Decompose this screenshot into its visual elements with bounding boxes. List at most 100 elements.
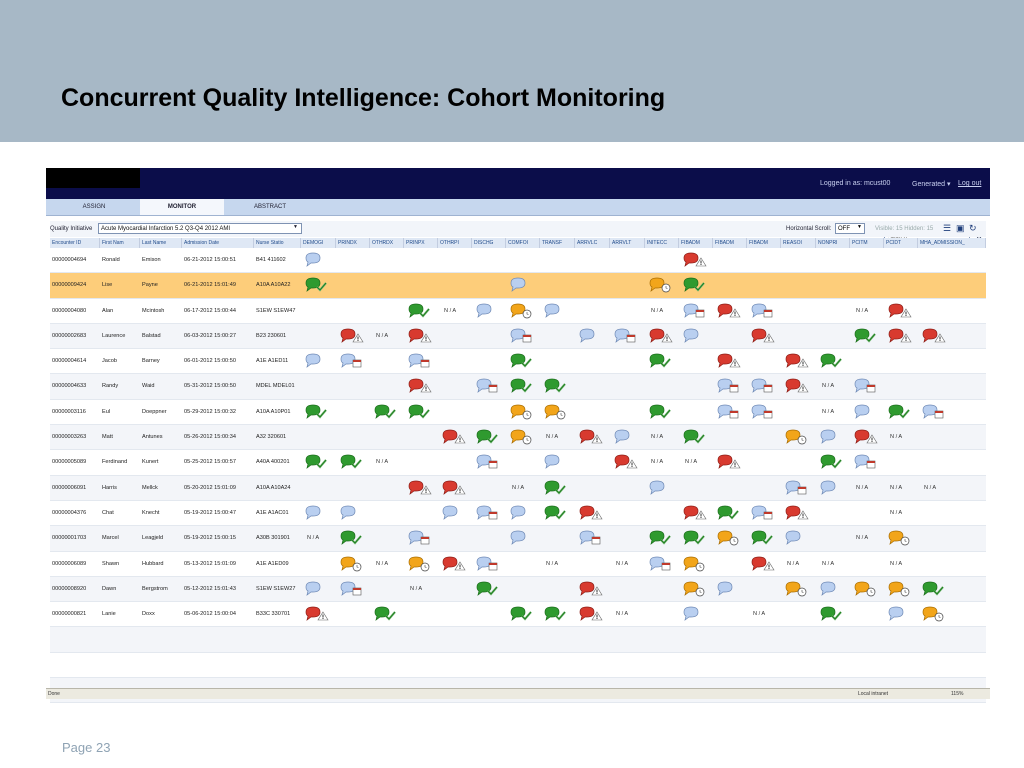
speech-bubble-icon[interactable] (819, 429, 847, 445)
speech-bubble-icon[interactable] (819, 581, 847, 597)
warning-icon[interactable] (716, 454, 744, 470)
warning-icon[interactable] (339, 328, 367, 344)
warning-icon[interactable] (441, 556, 469, 572)
speech-bubble-icon[interactable] (304, 505, 332, 521)
speech-bubble-icon[interactable] (509, 277, 537, 293)
check-icon[interactable] (819, 454, 847, 470)
check-icon[interactable] (509, 606, 537, 622)
warning-icon[interactable] (578, 581, 606, 597)
warning-icon[interactable] (407, 378, 435, 394)
check-icon[interactable] (407, 404, 435, 420)
tab-monitor[interactable]: MONITOR (140, 199, 224, 215)
check-icon[interactable] (543, 505, 571, 521)
column-header[interactable]: FIBADM (747, 238, 781, 248)
encounter-id[interactable]: 00000000821 (50, 602, 100, 626)
calendar-icon[interactable] (682, 303, 710, 319)
column-header[interactable]: REASOI (781, 238, 816, 248)
check-icon[interactable] (373, 606, 401, 622)
column-header[interactable]: ARRVLT (610, 238, 645, 248)
check-icon[interactable] (373, 404, 401, 420)
check-icon[interactable] (648, 353, 676, 369)
speech-bubble-icon[interactable] (304, 581, 332, 597)
column-header[interactable]: OTHRDX (370, 238, 404, 248)
speech-bubble-icon[interactable] (509, 530, 537, 546)
column-header[interactable]: NONPRI (816, 238, 850, 248)
check-icon[interactable] (543, 606, 571, 622)
table-row[interactable]: 00000004080 Alan Mcintosh 06-17-2012 15:00:… (50, 299, 986, 324)
encounter-id[interactable]: 00000005089 (50, 450, 100, 474)
column-header[interactable]: FIBADM (713, 238, 747, 248)
table-row[interactable]: 00000006089 Shawn Hubbard 05-13-2012 15:01:… (50, 552, 986, 577)
speech-bubble-icon[interactable] (304, 353, 332, 369)
check-icon[interactable] (543, 480, 571, 496)
warning-icon[interactable] (648, 328, 676, 344)
speech-bubble-icon[interactable] (578, 328, 606, 344)
list-view-icon[interactable]: ☰ (943, 223, 951, 234)
calendar-icon[interactable] (475, 378, 503, 394)
check-icon[interactable] (682, 277, 710, 293)
calendar-icon[interactable] (853, 378, 881, 394)
speech-bubble-icon[interactable] (716, 581, 744, 597)
encounter-id[interactable]: 00000004614 (50, 349, 100, 373)
warning-icon[interactable] (441, 429, 469, 445)
table-row[interactable]: 00000006091 Harris Mellck 05-20-2012 15:01:… (50, 475, 986, 501)
check-icon[interactable] (648, 530, 676, 546)
speech-bubble-icon[interactable] (648, 480, 676, 496)
calendar-icon[interactable] (509, 328, 537, 344)
table-row[interactable]: 00000003116 Eul Doeppner 05-29-2012 15:00:3… (50, 400, 986, 426)
table-row[interactable]: 00000004633 Randy Waid 05-31-2012 15:00:50 M… (50, 374, 986, 400)
table-row[interactable]: 00000003263 Matt Antunes 05-26-2012 15:00:3… (50, 425, 986, 451)
column-header[interactable]: FIBADM (679, 238, 713, 248)
clock-icon[interactable] (509, 429, 537, 445)
check-icon[interactable] (304, 277, 332, 293)
warning-icon[interactable] (784, 353, 812, 369)
warning-icon[interactable] (441, 480, 469, 496)
warning-icon[interactable] (784, 505, 812, 521)
column-header[interactable]: TRANSF (540, 238, 575, 248)
encounter-id[interactable]: 00000004376 (50, 501, 100, 525)
speech-bubble-icon[interactable] (613, 429, 641, 445)
speech-bubble-icon[interactable] (339, 505, 367, 521)
encounter-id[interactable]: 00000006091 (50, 476, 100, 500)
column-header[interactable]: COMFOI (506, 238, 540, 248)
warning-icon[interactable] (887, 303, 915, 319)
calendar-icon[interactable] (716, 378, 744, 394)
speech-bubble-icon[interactable] (887, 606, 915, 622)
check-icon[interactable] (819, 606, 847, 622)
calendar-icon[interactable] (750, 303, 778, 319)
clock-icon[interactable] (682, 581, 710, 597)
column-header[interactable]: DISCHG (472, 238, 506, 248)
table-row[interactable]: 00000008920 Dawn Bergstrom 05-12-2012 15:01… (50, 576, 986, 603)
table-row[interactable]: 00000004614 Jacob Barney 06-01-2012 15:00:5… (50, 349, 986, 375)
column-header[interactable]: PCIDT (884, 238, 918, 248)
encounter-id[interactable]: 00000004080 (50, 299, 100, 323)
column-header[interactable]: Last Name (140, 238, 182, 248)
warning-icon[interactable] (784, 378, 812, 394)
calendar-icon[interactable] (648, 556, 676, 572)
warning-icon[interactable] (304, 606, 332, 622)
quality-initiative-select[interactable]: Acute Myocardial Infarction 5.2 Q3-Q4 20… (98, 223, 302, 234)
encounter-id[interactable]: 00000004694 (50, 248, 100, 272)
check-icon[interactable] (682, 530, 710, 546)
warning-icon[interactable] (682, 252, 710, 268)
check-icon[interactable] (304, 404, 332, 420)
encounter-id[interactable]: 00000003116 (50, 400, 100, 424)
check-icon[interactable] (475, 581, 503, 597)
speech-bubble-icon[interactable] (543, 303, 571, 319)
calendar-icon[interactable] (784, 480, 812, 496)
clock-icon[interactable] (887, 530, 915, 546)
table-row[interactable]: 00000004376 Chat Knecht 05-19-2012 15:00:47… (50, 501, 986, 527)
column-header[interactable]: Admission Date (182, 238, 254, 248)
tab-abstract[interactable]: ABSTRACT (228, 199, 312, 215)
check-icon[interactable] (407, 303, 435, 319)
check-icon[interactable] (475, 429, 503, 445)
warning-icon[interactable] (407, 328, 435, 344)
clock-icon[interactable] (543, 404, 571, 420)
clock-icon[interactable] (648, 277, 676, 293)
calendar-icon[interactable] (716, 404, 744, 420)
warning-icon[interactable] (887, 328, 915, 344)
clock-icon[interactable] (921, 606, 949, 622)
column-header[interactable]: INITECC (645, 238, 679, 248)
check-icon[interactable] (339, 454, 367, 470)
chevron-down-icon[interactable]: ▼ (857, 224, 862, 230)
